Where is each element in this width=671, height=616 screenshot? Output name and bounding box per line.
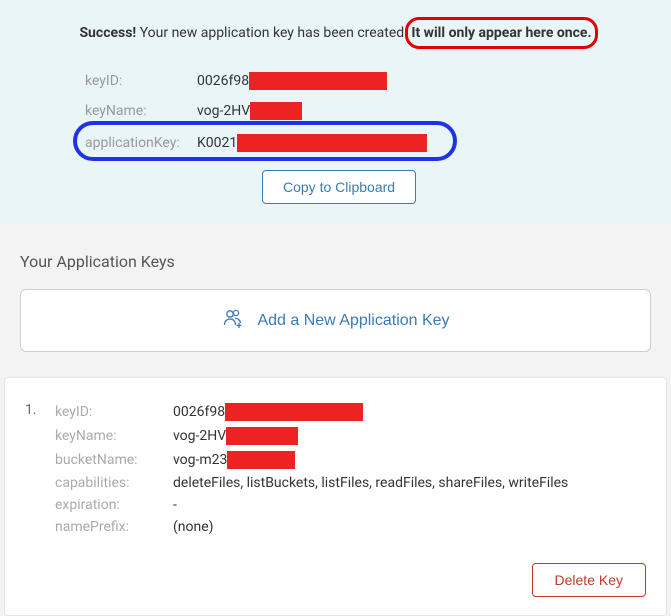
application-key-prefix: K0021 [197, 135, 237, 151]
add-button-label: Add a New Application Key [257, 312, 449, 330]
detail-value: deleteFiles, listBuckets, listFiles, rea… [173, 475, 568, 491]
warning-label: It will only appear here once. [411, 25, 591, 41]
section-title: Your Application Keys [0, 224, 671, 289]
detail-value: vog-m23 [173, 451, 295, 469]
detail-label: keyName: [55, 428, 173, 444]
key-item-number: 1. [25, 400, 55, 418]
key-item: 1. keyID: 0026f98 keyName: vog-2HV bucke… [25, 400, 646, 597]
redacted-block [237, 134, 427, 152]
keyid-prefix: 0026f98 [173, 404, 225, 420]
detail-label: expiration: [55, 497, 173, 513]
key-id-prefix: 0026f98 [197, 73, 249, 89]
success-text: Your new application key has been create… [136, 25, 408, 41]
add-users-icon [221, 306, 245, 335]
copy-button-wrapper: Copy to Clipboard [85, 170, 651, 204]
redacted-block [225, 403, 363, 421]
redacted-block [250, 102, 302, 120]
detail-value: - [173, 497, 177, 513]
redacted-block [249, 72, 387, 90]
delete-wrapper: Delete Key [55, 563, 646, 597]
detail-value: (none) [173, 519, 214, 535]
copy-to-clipboard-button[interactable]: Copy to Clipboard [262, 170, 416, 204]
key-item-details: keyID: 0026f98 keyName: vog-2HV bucketNa… [55, 400, 646, 597]
keys-list: 1. keyID: 0026f98 keyName: vog-2HV bucke… [4, 377, 667, 616]
detail-row-expiration: expiration: - [55, 494, 646, 516]
detail-row-capabilities: capabilities: deleteFiles, listBuckets, … [55, 472, 646, 494]
detail-value: vog-2HV [173, 427, 298, 445]
key-id-label: keyID: [85, 73, 197, 89]
delete-key-button[interactable]: Delete Key [532, 563, 646, 597]
add-application-key-button[interactable]: Add a New Application Key [20, 289, 651, 352]
application-key-label: applicationKey: [85, 135, 197, 151]
bucketname-prefix: vog-m23 [173, 452, 227, 468]
detail-value: 0026f98 [173, 403, 363, 421]
new-key-details: keyID: 0026f98 keyName: vog-2HV applicat… [20, 66, 651, 204]
success-prefix: Success! [79, 25, 136, 41]
detail-row-keyname: keyName: vog-2HV [55, 424, 646, 448]
key-id-row: keyID: 0026f98 [85, 66, 651, 96]
key-name-row: keyName: vog-2HV [85, 96, 651, 126]
key-id-value: 0026f98 [197, 72, 387, 90]
application-key-row: applicationKey: K0021 [85, 128, 651, 158]
detail-row-keyid: keyID: 0026f98 [55, 400, 646, 424]
detail-label: bucketName: [55, 452, 173, 468]
warning-text: It will only appear here once. [411, 25, 591, 41]
keyname-prefix: vog-2HV [173, 428, 226, 444]
success-panel: Success! Your new application key has be… [0, 0, 671, 224]
key-name-label: keyName: [85, 103, 197, 119]
detail-label: capabilities: [55, 475, 173, 491]
redacted-block [227, 451, 295, 469]
detail-row-nameprefix: namePrefix: (none) [55, 516, 646, 538]
key-name-value: vog-2HV [197, 102, 302, 120]
success-message: Success! Your new application key has be… [20, 25, 651, 41]
detail-label: namePrefix: [55, 519, 173, 535]
application-key-value: K0021 [197, 134, 427, 152]
detail-row-bucketname: bucketName: vog-m23 [55, 448, 646, 472]
detail-label: keyID: [55, 404, 173, 420]
key-name-prefix: vog-2HV [197, 103, 250, 119]
redacted-block [226, 427, 298, 445]
